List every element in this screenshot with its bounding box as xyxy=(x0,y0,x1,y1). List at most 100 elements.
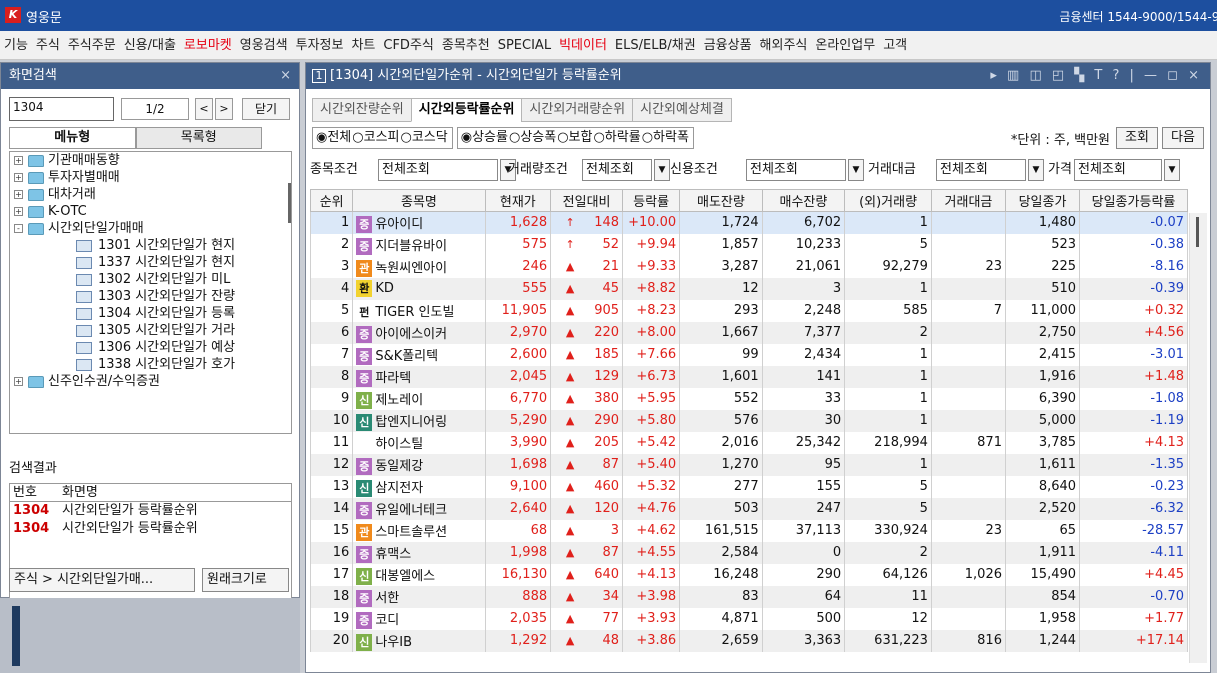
col-header[interactable]: (외)거래량 xyxy=(844,189,932,212)
table-row[interactable]: 5 펀 TIGER 인도빌 11,905 ▲ 905 +8.23 293 2,248 585 7 11… xyxy=(309,299,1188,322)
menu-item[interactable]: 기능 xyxy=(0,31,32,59)
table-row[interactable]: 13 신 삼지전자 9,100 ▲ 460 +5.32 277 155 5 8,640 -0.23 xyxy=(309,475,1188,498)
col-header[interactable]: 당일종가등락률 xyxy=(1079,189,1188,212)
table-row[interactable]: 19 증 코디 2,035 ▲ 77 +3.93 4,871 500 12 1,958 +1.77 xyxy=(309,607,1188,630)
chevron-down-icon[interactable]: ▼ xyxy=(1028,159,1044,181)
table-row[interactable]: 7 증 S&K폴리텍 2,600 ▲ 185 +7.66 99 2,434 1 2,415 -3.01 xyxy=(309,343,1188,366)
tree-node[interactable]: + K-OTC xyxy=(10,203,291,220)
menu-item[interactable]: 주식주문 xyxy=(64,31,120,59)
chevron-down-icon[interactable]: ▼ xyxy=(1164,159,1180,181)
col-header[interactable]: 매수잔량 xyxy=(761,189,846,212)
table-row[interactable]: 15 관 스마트솔루션 68 ▲ 3 +4.62 161,515 37,113 330,924 23… xyxy=(309,519,1188,542)
menu-item[interactable]: 고객 xyxy=(879,31,911,59)
menu-item[interactable]: 빅데이터 xyxy=(555,31,611,59)
sort-radio[interactable]: ○하락폭 xyxy=(642,130,689,145)
expand-toggle-icon[interactable]: + xyxy=(14,190,23,199)
table-row[interactable]: 20 신 나우IB 1,292 ▲ 48 +3.86 2,659 3,363 631,223 816… xyxy=(309,629,1188,652)
menu-item[interactable]: 영웅검색 xyxy=(236,31,292,59)
col-header[interactable]: 전일대비 xyxy=(550,189,624,212)
tree-node[interactable]: 1338 시간외단일가 호가 xyxy=(10,356,291,373)
market-radio[interactable]: ○코스피 xyxy=(352,130,399,145)
next-page-button[interactable]: > xyxy=(215,98,233,120)
table-row[interactable]: 3 관 녹원씨엔아이 246 ▲ 21 +9.33 3,287 21,061 92,279 23 22… xyxy=(309,255,1188,278)
close-icon[interactable]: × xyxy=(280,63,291,89)
table-row[interactable]: 9 신 제노레이 6,770 ▲ 380 +5.95 552 33 1 6,390 -1.08 xyxy=(309,387,1188,410)
tree-node[interactable]: + 기관매매동향 xyxy=(10,152,291,169)
menu-item[interactable]: 차트 xyxy=(347,31,379,59)
table-row[interactable]: 16 증 휴맥스 1,998 ▲ 87 +4.55 2,584 0 2 1,911 -4.11 xyxy=(309,541,1188,564)
col-header[interactable]: 거래대금 xyxy=(930,189,1006,212)
expand-toggle-icon[interactable]: - xyxy=(14,224,23,233)
table-row[interactable]: 2 증 지더블유바이 575 ↑ 52 +9.94 1,857 10,233 5 523 -0.38 xyxy=(309,233,1188,256)
tab-3[interactable]: 시간외거래량순위 xyxy=(521,98,634,122)
col-header[interactable]: 매도잔량 xyxy=(679,189,763,212)
menu-item[interactable]: 온라인업무 xyxy=(811,31,879,59)
col-header[interactable]: 등락률 xyxy=(622,189,681,212)
close-button[interactable]: 닫기 xyxy=(242,98,290,120)
menu-item[interactable]: 해외주식 xyxy=(756,31,812,59)
result-row[interactable]: 1304 시간외단일가 등락률순위 xyxy=(10,520,291,538)
table-row[interactable]: 14 증 유일에너테크 2,640 ▲ 120 +4.76 503 247 5 2,520 -6.32 xyxy=(309,497,1188,520)
screen-search-input[interactable]: 1304 xyxy=(9,97,114,121)
menu-item[interactable]: 종목추천 xyxy=(438,31,494,59)
table-row[interactable]: 18 증 서한 888 ▲ 34 +3.98 83 64 11 854 -0.70 xyxy=(309,585,1188,608)
tree-node[interactable]: + 투자자별매매 xyxy=(10,169,291,186)
window-controls[interactable]: ▸ ▥ ◫ ◰ ▚ T ? | — ◻ × xyxy=(990,63,1202,89)
prev-page-button[interactable]: < xyxy=(195,98,213,120)
tree-node[interactable]: 1304 시간외단일가 등록 xyxy=(10,305,291,322)
next-button[interactable]: 다음 xyxy=(1162,127,1204,149)
sort-radio[interactable]: ○보합 xyxy=(557,130,592,145)
table-row[interactable]: 6 증 아이에스이커 2,970 ▲ 220 +8.00 1,667 7,377 2 2,750 +4… xyxy=(309,321,1188,344)
tab-1[interactable]: 시간외잔량순위 xyxy=(312,98,412,122)
table-row[interactable]: 4 환 KD 555 ▲ 45 +8.82 12 3 1 510 -0.39 xyxy=(309,277,1188,300)
expand-toggle-icon[interactable]: + xyxy=(14,207,23,216)
menu-item[interactable]: 신용/대출 xyxy=(120,31,180,59)
tree-scrollbar[interactable] xyxy=(288,183,291,223)
table-row[interactable]: 11 하이스틸 3,990 ▲ 205 +5.42 2,016 25,342 218,994 87… xyxy=(309,431,1188,454)
chevron-down-icon[interactable]: ▼ xyxy=(654,159,670,181)
result-row[interactable]: 1304 시간외단일가 등락률순위 xyxy=(10,502,291,520)
menu-item[interactable]: SPECIAL xyxy=(494,31,555,59)
tree-node[interactable]: + 대차거래 xyxy=(10,186,291,203)
table-scrollbar[interactable] xyxy=(1189,213,1207,663)
col-header[interactable]: 현재가 xyxy=(484,189,552,212)
tab-menu-type[interactable]: 메뉴형 xyxy=(9,127,136,149)
table-row[interactable]: 10 신 탑엔지니어링 5,290 ▲ 290 +5.80 576 30 1 5,000 -1.19 xyxy=(309,409,1188,432)
tab-4[interactable]: 시간외예상체결 xyxy=(632,98,732,122)
table-row[interactable]: 12 증 동일제강 1,698 ▲ 87 +5.40 1,270 95 1 1,611 -1.35 xyxy=(309,453,1188,476)
tree-node[interactable]: 1301 시간외단일가 현지 xyxy=(10,237,291,254)
market-radio[interactable]: ◉전체 xyxy=(316,130,351,145)
tab-list-type[interactable]: 목록형 xyxy=(135,127,262,149)
scroll-thumb[interactable] xyxy=(1196,217,1199,247)
menu-item[interactable]: 로보마켓 xyxy=(180,31,236,59)
tree-node[interactable]: - 시간외단일가매매 xyxy=(10,220,291,237)
menu-item[interactable]: 금융상품 xyxy=(700,31,756,59)
tree-node[interactable]: + 신주인수권/수익증권 xyxy=(10,373,291,390)
market-radio[interactable]: ○코스닥 xyxy=(401,130,448,145)
tab-2[interactable]: 시간외등락률순위 xyxy=(410,98,523,122)
col-header[interactable]: 당일종가 xyxy=(1004,189,1081,212)
tree-node[interactable]: 1305 시간외단일가 거라 xyxy=(10,322,291,339)
sort-radio[interactable]: ○하락률 xyxy=(593,130,640,145)
query-button[interactable]: 조회 xyxy=(1116,127,1158,149)
original-size-button[interactable]: 원래크기로 xyxy=(202,568,289,592)
expand-toggle-icon[interactable]: + xyxy=(14,377,23,386)
menu-item[interactable]: ELS/ELB/채권 xyxy=(611,31,700,59)
table-row[interactable]: 8 증 파라텍 2,045 ▲ 129 +6.73 1,601 141 1 1,916 +1.48 xyxy=(309,365,1188,388)
expand-toggle-icon[interactable]: + xyxy=(14,156,23,165)
tree-node[interactable]: 1302 시간외단일가 미L xyxy=(10,271,291,288)
chevron-down-icon[interactable]: ▼ xyxy=(848,159,864,181)
menu-item[interactable]: 주식 xyxy=(32,31,64,59)
menu-item[interactable]: CFD주식 xyxy=(379,31,438,59)
tree-node[interactable]: 1337 시간외단일가 현지 xyxy=(10,254,291,271)
table-row[interactable]: 17 신 대봉엘에스 16,130 ▲ 640 +4.13 16,248 290 64,126 1,… xyxy=(309,563,1188,586)
expand-toggle-icon[interactable]: + xyxy=(14,173,23,182)
sort-radio[interactable]: ◉상승률 xyxy=(461,130,508,145)
menu-item[interactable]: 투자정보 xyxy=(292,31,348,59)
tree-node[interactable]: 1303 시간외단일가 잔량 xyxy=(10,288,291,305)
col-header[interactable]: 종목명 xyxy=(352,189,486,212)
table-row[interactable]: 1 증 유아이디 1,628 ↑ 148 +10.00 1,724 6,702 1 1,480 -0.… xyxy=(309,211,1188,234)
sort-radio[interactable]: ○상승폭 xyxy=(509,130,556,145)
tree-node[interactable]: 1306 시간외단일가 예상 xyxy=(10,339,291,356)
col-header[interactable]: 순위 xyxy=(309,189,354,212)
